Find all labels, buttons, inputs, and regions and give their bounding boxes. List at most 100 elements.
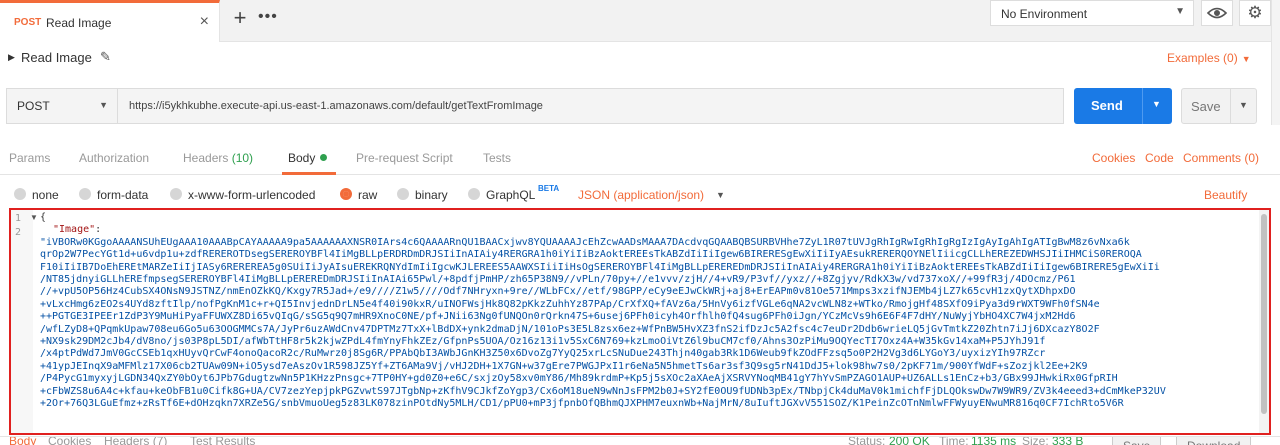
response-tab-test-results[interactable]: Test Results: [190, 437, 255, 445]
environment-select-label: No Environment: [1001, 7, 1088, 21]
request-name: Read Image: [21, 50, 92, 65]
eye-icon: [1206, 7, 1228, 19]
radio-binary-label: binary: [415, 188, 448, 202]
radio-form-data-label: form-data: [97, 188, 149, 202]
download-button[interactable]: Download: [1176, 437, 1252, 445]
size-label: Size:: [1022, 436, 1049, 445]
request-name-row: ▶ Read Image ✎ Examples (0) ▼: [0, 43, 1280, 73]
new-tab-button[interactable]: +: [229, 7, 251, 30]
line-number: 1: [15, 213, 22, 224]
base64-line: qrOp2W7PecYGt1d+u6vdp1u+zdfREREROTDsegSE…: [40, 249, 1142, 261]
send-options-chevron-icon[interactable]: ▼: [1152, 99, 1161, 109]
request-tab-method: POST: [14, 17, 42, 28]
tab-authorization[interactable]: Authorization: [79, 151, 149, 165]
tab-pre-request-script[interactable]: Pre-request Script: [356, 151, 453, 165]
radio-binary[interactable]: [397, 188, 409, 200]
url-input-value: https://i5ykhkubhe.execute-api.us-east-1…: [129, 100, 543, 112]
tab-bar: POST Read Image × + ••• No Environment ▼…: [0, 0, 1280, 42]
send-button[interactable]: Send ▼: [1074, 88, 1172, 124]
send-button-divider: [1142, 88, 1143, 124]
environment-quick-look-button[interactable]: [1201, 0, 1233, 26]
editor-scrollbar[interactable]: [1259, 210, 1269, 433]
code-link[interactable]: Code: [1145, 151, 1174, 165]
chevron-down-icon: ▼: [1175, 6, 1185, 17]
tab-headers[interactable]: Headers (10): [183, 151, 253, 165]
response-tab-body[interactable]: Body: [9, 437, 36, 445]
base64-line: /NT85jdnyiGLLhEREfmpsegSEREROYBFl4IiMgBL…: [40, 274, 1076, 286]
editor-code: { "Image": "iVBORw0KGgoAAAANSUhEUgAAA10A…: [40, 210, 1250, 410]
radio-graphql[interactable]: [468, 188, 480, 200]
base64-line: "iVBORw0KGgoAAAANSUhEUgAAA10AAABpCAYAAAA…: [40, 236, 1130, 248]
radio-none-label: none: [32, 188, 59, 202]
tab-body[interactable]: Body: [288, 151, 328, 165]
line-number: 2: [15, 227, 22, 238]
editor-scrollbar-thumb[interactable]: [1261, 214, 1267, 414]
radio-raw[interactable]: [340, 188, 352, 200]
radio-none[interactable]: [14, 188, 26, 200]
base64-line: /x4ptPdWd7JmV0GcCSEb1qxHUyvQrCwF4onoQaco…: [40, 348, 1046, 360]
response-tab-headers[interactable]: Headers (7): [104, 437, 167, 445]
tab-headers-label: Headers: [183, 151, 229, 165]
time-label: Time:: [939, 436, 969, 445]
request-tab-read-image[interactable]: POST Read Image ×: [0, 0, 220, 42]
edit-pencil-icon[interactable]: ✎: [100, 49, 111, 65]
radio-urlencoded[interactable]: [170, 188, 182, 200]
base64-line: +41ypJEInqX9aMFMlz17X06cb2TUAw09N+iO5ysd…: [40, 360, 1088, 372]
chevron-down-icon[interactable]: ▼: [716, 190, 725, 200]
json-colon: :: [95, 224, 102, 236]
json-key-line: "Image":: [40, 224, 1250, 236]
more-tabs-icon[interactable]: •••: [258, 8, 278, 26]
url-input[interactable]: https://i5ykhkubhe.execute-api.us-east-1…: [117, 88, 1064, 124]
send-button-label: Send: [1091, 98, 1123, 113]
chevron-down-icon: ▼: [1241, 54, 1251, 64]
base64-line: F10iIiIB7DoEhEREtMARZeIiIjIASy6REREREA5g…: [40, 261, 1160, 273]
base64-line: +vLxcHmg6zEO2s4UYd8zftIlp/nofPgKnM1c+r+Q…: [40, 298, 1100, 310]
cookies-link[interactable]: Cookies: [1092, 151, 1135, 165]
radio-raw-label: raw: [358, 188, 378, 202]
base64-value: "iVBORw0KGgoAAAANSUhEUgAAA10AAABpCAYAAAA…: [40, 237, 1250, 411]
base64-line: ++PGTGE3IPEEr1ZdP3Y9MuHiPyaFFUWXZ8Di65vQ…: [40, 311, 1076, 323]
base64-line: +NX9sk29DM2cJb4/dV8no/js03P8pL5DI/afWbTt…: [40, 336, 1046, 348]
beta-badge: BETA: [538, 184, 560, 193]
tab-headers-count: (10): [231, 151, 254, 165]
tab-body-label: Body: [288, 151, 316, 165]
radio-form-data[interactable]: [79, 188, 91, 200]
method-select[interactable]: POST ▼: [6, 88, 118, 124]
body-indicator-dot: [320, 154, 328, 161]
collapse-caret-icon[interactable]: ▶: [8, 52, 15, 63]
size-value: 333 B: [1052, 436, 1084, 445]
beautify-link[interactable]: Beautify: [1204, 188, 1247, 202]
gear-icon: ⚙: [1247, 3, 1263, 22]
save-button-label: Save: [1191, 99, 1221, 114]
time-value: 1135 ms: [971, 436, 1017, 445]
status-value: 200 OK: [889, 436, 930, 445]
close-icon[interactable]: ×: [200, 13, 209, 31]
response-bar: Body Cookies Headers (7) Test Results St…: [0, 436, 1280, 445]
editor-gutter: 1 2 ▼: [11, 210, 38, 433]
active-tab-underline: [282, 172, 336, 175]
status-label: Status:: [848, 436, 886, 445]
raw-format-select[interactable]: JSON (application/json): [578, 188, 704, 202]
tab-params[interactable]: Params: [9, 151, 50, 165]
save-button[interactable]: Save ▼: [1181, 88, 1257, 124]
radio-graphql-label: GraphQL: [486, 188, 536, 202]
radio-urlencoded-label: x-www-form-urlencoded: [188, 188, 316, 202]
chevron-down-icon: ▼: [99, 100, 108, 110]
environment-select[interactable]: No Environment ▼: [990, 0, 1194, 26]
base64-line: /P4PycG1myxyjLGDN34QxZY0bOyt6JPb7Gdugtzw…: [40, 373, 1118, 385]
right-edge-scrollbar[interactable]: [1271, 0, 1280, 125]
save-response-button[interactable]: Save: [1112, 437, 1162, 445]
base64-line: /wfLZyD8+QPqmkUpaw708eu6Go5u63OOGMMCs7A/…: [40, 323, 1100, 335]
method-select-label: POST: [17, 99, 50, 113]
examples-dropdown[interactable]: Examples (0) ▼: [1167, 51, 1251, 65]
save-button-divider: [1230, 89, 1231, 123]
save-options-chevron-icon[interactable]: ▼: [1239, 100, 1248, 110]
open-brace: {: [40, 212, 47, 223]
response-tab-cookies[interactable]: Cookies: [48, 437, 91, 445]
json-key: "Image": [53, 224, 96, 236]
tab-tests[interactable]: Tests: [483, 151, 511, 165]
fold-caret-icon[interactable]: ▼: [30, 213, 38, 222]
comments-link[interactable]: Comments (0): [1183, 151, 1259, 165]
manage-environments-button[interactable]: ⚙: [1239, 0, 1271, 26]
request-body-editor[interactable]: 1 2 ▼ { "Image": "iVBORw0KGgoAAAANSUhEUg…: [9, 208, 1271, 435]
